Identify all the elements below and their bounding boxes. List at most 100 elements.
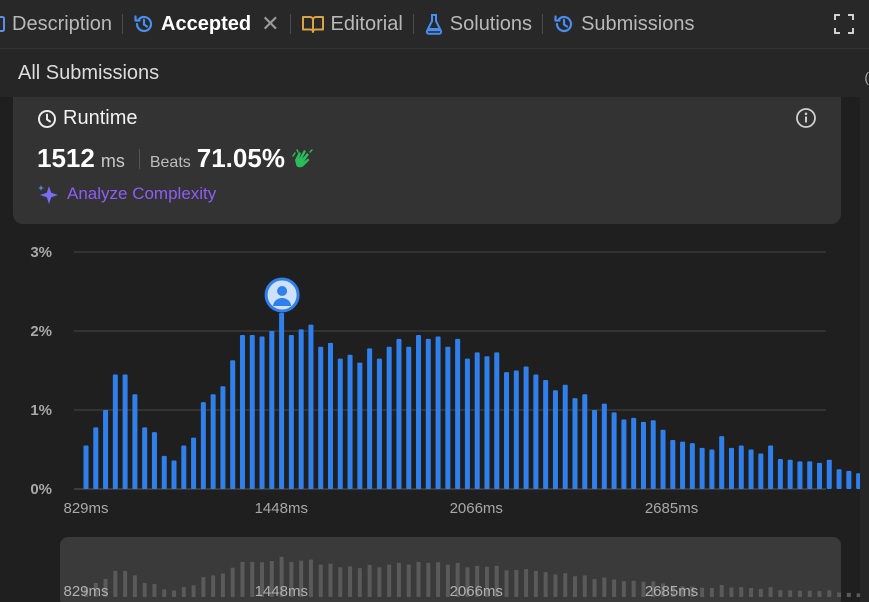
tab-submissions[interactable]: Submissions bbox=[553, 0, 694, 48]
tab-solutions[interactable]: Solutions bbox=[424, 0, 532, 48]
tab-divider bbox=[412, 14, 414, 34]
chart-bar[interactable] bbox=[504, 372, 510, 489]
tab-label: Editorial bbox=[330, 12, 403, 35]
chart-bar[interactable] bbox=[836, 469, 842, 489]
chart-bar[interactable] bbox=[259, 336, 265, 489]
chart-bar[interactable] bbox=[680, 441, 686, 489]
chart-bar[interactable] bbox=[425, 338, 431, 489]
fullscreen-icon[interactable] bbox=[833, 13, 855, 40]
chart-bar[interactable] bbox=[474, 352, 480, 489]
chart-bar[interactable] bbox=[171, 460, 177, 489]
chart-bar[interactable] bbox=[357, 362, 363, 489]
chart-bar[interactable] bbox=[396, 338, 402, 489]
scrollbar[interactable] bbox=[860, 97, 869, 602]
chart-bar[interactable] bbox=[181, 445, 187, 489]
chart-bar[interactable] bbox=[728, 447, 734, 489]
chart-bar[interactable] bbox=[151, 432, 157, 489]
chart-bar[interactable] bbox=[621, 419, 627, 489]
tab-accepted[interactable]: Accepted ✕ bbox=[133, 0, 280, 48]
chart-bar[interactable] bbox=[230, 360, 236, 489]
tab-editorial[interactable]: Editorial bbox=[301, 0, 403, 48]
chart-bar[interactable] bbox=[523, 366, 529, 489]
chart-bar[interactable] bbox=[797, 461, 803, 489]
chart-bar[interactable] bbox=[758, 453, 764, 489]
chart-bar[interactable] bbox=[367, 348, 373, 489]
tab-description[interactable]: Description bbox=[0, 0, 112, 48]
chart-bar[interactable] bbox=[406, 346, 412, 489]
x-tick-label: 2685ms bbox=[645, 500, 698, 517]
mini-bar bbox=[524, 569, 529, 597]
chart-bar[interactable] bbox=[689, 443, 695, 489]
chart-bar[interactable] bbox=[777, 458, 783, 489]
chart-bar[interactable] bbox=[494, 352, 500, 489]
chart-bar[interactable] bbox=[337, 358, 343, 489]
mini-bar bbox=[807, 590, 812, 597]
mini-bar bbox=[191, 585, 196, 597]
chart-bar[interactable] bbox=[142, 427, 148, 489]
chart-bar[interactable] bbox=[122, 374, 128, 489]
chart-bar[interactable] bbox=[572, 398, 578, 489]
chart-bar[interactable] bbox=[768, 445, 774, 489]
chart-bar[interactable] bbox=[533, 374, 539, 489]
chart-bar[interactable] bbox=[103, 410, 109, 489]
chart-bar[interactable] bbox=[631, 417, 637, 489]
chart-bar[interactable] bbox=[543, 379, 549, 489]
chart-bar[interactable] bbox=[210, 394, 216, 489]
chart-bar[interactable] bbox=[846, 470, 852, 489]
chart-bar[interactable] bbox=[279, 312, 285, 489]
chart-bar[interactable] bbox=[435, 336, 441, 489]
chart-bar[interactable] bbox=[650, 420, 656, 489]
chart-bar[interactable] bbox=[112, 374, 118, 489]
chart-bar[interactable] bbox=[83, 445, 89, 489]
chart-bar[interactable] bbox=[308, 324, 314, 489]
chart-bar[interactable] bbox=[464, 358, 470, 489]
chart-bar[interactable] bbox=[386, 346, 392, 489]
mini-bar bbox=[631, 580, 636, 597]
chart-bar[interactable] bbox=[552, 390, 558, 489]
chart-bar[interactable] bbox=[318, 346, 324, 489]
chart-bar[interactable] bbox=[592, 410, 598, 489]
chart-bar[interactable] bbox=[817, 462, 822, 489]
chart-bar[interactable] bbox=[660, 429, 666, 489]
chart-bar[interactable] bbox=[239, 334, 245, 489]
chart-bar[interactable] bbox=[347, 354, 353, 489]
chart-bar[interactable] bbox=[748, 449, 754, 490]
close-icon[interactable]: ✕ bbox=[261, 11, 279, 37]
all-submissions-link[interactable]: All Submissions bbox=[18, 62, 159, 85]
mini-bar bbox=[436, 562, 441, 597]
chart-bar[interactable] bbox=[611, 412, 617, 489]
chart-bar[interactable] bbox=[562, 384, 568, 489]
chart-bar[interactable] bbox=[298, 329, 304, 489]
chart-bar[interactable] bbox=[132, 394, 138, 489]
chart-bar[interactable] bbox=[288, 334, 294, 489]
chart-bar[interactable] bbox=[484, 356, 490, 489]
chart-bar[interactable] bbox=[93, 427, 99, 489]
chart-bar[interactable] bbox=[601, 403, 607, 489]
chart-bar[interactable] bbox=[640, 421, 646, 489]
chart-bar[interactable] bbox=[582, 394, 588, 489]
chart-bar[interactable] bbox=[455, 338, 461, 489]
chart-bar[interactable] bbox=[807, 461, 813, 489]
chart-bar[interactable] bbox=[699, 447, 705, 489]
chart-bar[interactable] bbox=[513, 370, 519, 490]
chart-bar[interactable] bbox=[826, 459, 832, 489]
chart-bar[interactable] bbox=[161, 455, 167, 489]
mini-bar bbox=[308, 559, 313, 597]
chart-bar[interactable] bbox=[220, 386, 226, 489]
chart-bar[interactable] bbox=[249, 334, 255, 489]
chart-bar[interactable] bbox=[328, 342, 333, 489]
chart-bar[interactable] bbox=[416, 334, 422, 489]
chart-bar[interactable] bbox=[738, 445, 744, 489]
chart-bar[interactable] bbox=[670, 440, 676, 489]
chart-bar[interactable] bbox=[709, 449, 715, 490]
chart-bar[interactable] bbox=[445, 346, 451, 489]
chart-bar[interactable] bbox=[787, 459, 793, 489]
history-icon bbox=[133, 13, 155, 35]
chart-bar[interactable] bbox=[719, 436, 725, 489]
chart-bar[interactable] bbox=[269, 331, 275, 489]
chart-bar[interactable] bbox=[200, 402, 206, 489]
chart-bar[interactable] bbox=[191, 437, 197, 489]
mini-bar bbox=[573, 576, 577, 597]
range-navigator[interactable]: 829ms 1448ms 2066ms 2685ms bbox=[60, 537, 860, 602]
chart-bar[interactable] bbox=[376, 358, 382, 489]
